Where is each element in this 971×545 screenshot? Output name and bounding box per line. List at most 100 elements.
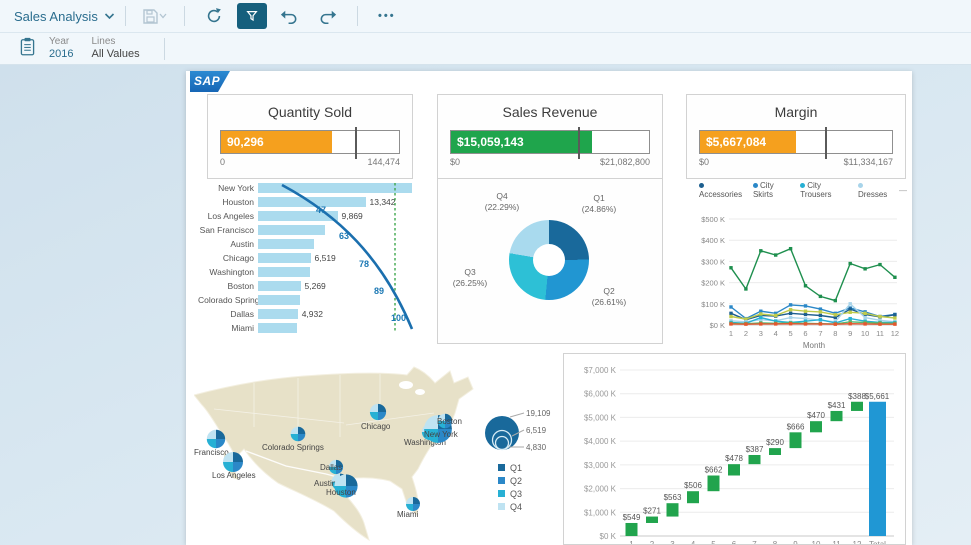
bar-value-label: $563 (664, 493, 682, 502)
waterfall-bar[interactable] (667, 503, 679, 516)
waterfall-chart[interactable]: $0 K$1,000 K$2,000 K$3,000 K$4,000 K$5,0… (564, 354, 905, 545)
city-label: Boston (198, 281, 258, 291)
data-point (834, 313, 837, 316)
filter-label: Year (49, 36, 73, 48)
table-row[interactable]: Houston13,342 (198, 195, 434, 209)
waterfall-bar[interactable] (646, 517, 658, 523)
kpi-panel-margin[interactable]: Margin $5,667,084 $0 $11,334,167 (686, 94, 906, 179)
city-bar[interactable] (258, 211, 338, 221)
quarter-legend[interactable]: Q1Q2Q3Q4 (498, 461, 522, 513)
city-bar[interactable] (258, 225, 325, 235)
table-row[interactable]: San Francisco (198, 223, 434, 237)
line-series[interactable] (731, 324, 895, 325)
app-title[interactable]: Sales Analysis (14, 9, 98, 24)
save-button[interactable] (140, 3, 170, 29)
story-filter-icon[interactable] (20, 37, 35, 61)
city-bar[interactable] (258, 239, 314, 249)
bar-value-label: $387 (746, 445, 764, 454)
kpi-panel-quantity[interactable]: Quantity Sold 90,296 0 144,474 (207, 94, 413, 179)
waterfall-bar[interactable] (831, 411, 843, 421)
line-series[interactable] (731, 249, 895, 301)
more-options-button[interactable]: ••• (372, 3, 402, 29)
filter-button[interactable] (237, 3, 267, 29)
waterfall-bar[interactable] (687, 491, 699, 503)
legend-item[interactable]: Q1 (498, 461, 522, 474)
bar-value-label: 4,932 (302, 309, 323, 319)
data-point (729, 266, 732, 269)
waterfall-total-bar[interactable] (869, 402, 886, 536)
table-row[interactable]: Boston5,269 (198, 279, 434, 293)
filter-year[interactable]: Year 2016 (49, 36, 73, 60)
city-bar[interactable] (258, 309, 298, 319)
waterfall-bar[interactable] (626, 523, 638, 536)
city-bar[interactable] (258, 183, 412, 193)
data-point (849, 302, 852, 305)
x-tick-label: 9 (848, 329, 852, 338)
waterfall-bar[interactable] (810, 421, 822, 432)
city-bar[interactable] (258, 295, 300, 305)
kpi-panel-revenue[interactable]: Sales Revenue $15,059,143 $0 $21,082,800 (437, 94, 663, 179)
table-row[interactable]: Los Angeles9,869 (198, 209, 434, 223)
waterfall-bar[interactable] (708, 476, 720, 492)
waterfall-bar[interactable] (749, 455, 761, 464)
bullet-chart[interactable]: 90,296 (220, 130, 400, 154)
data-point (819, 322, 822, 325)
monthly-line-chart[interactable]: AccessoriesCity SkirtsCity TrousersDress… (691, 183, 907, 355)
line-chart-legend[interactable]: AccessoriesCity SkirtsCity TrousersDress… (691, 183, 907, 197)
table-row[interactable]: Dallas4,932 (198, 307, 434, 321)
table-row[interactable]: Miami (198, 321, 434, 335)
table-row[interactable]: Colorado Springs (198, 293, 434, 307)
quantity-bar-chart[interactable]: New York Houston13,342Los Angeles9,869San… (198, 181, 434, 349)
table-row[interactable]: Chicago6,519 (198, 251, 434, 265)
bullet-chart[interactable]: $15,059,143 (450, 130, 650, 154)
redo-button[interactable] (313, 3, 343, 29)
city-bar[interactable] (258, 281, 301, 291)
y-tick-label: $100 K (701, 300, 725, 309)
legend-overflow: — (899, 186, 907, 195)
legend-item[interactable]: Q4 (498, 500, 522, 513)
legend-item[interactable]: Q2 (498, 474, 522, 487)
city-bar[interactable] (258, 323, 297, 333)
x-tick-label: 2 (744, 329, 748, 338)
table-row[interactable]: Washington (198, 265, 434, 279)
chevron-down-icon[interactable] (104, 7, 115, 25)
refresh-button[interactable] (199, 3, 229, 29)
data-point (789, 303, 792, 306)
city-label: New York (198, 183, 258, 193)
map-pie-slice[interactable] (207, 439, 216, 448)
target-marker (825, 127, 827, 159)
map-pie-slice[interactable] (216, 439, 225, 448)
data-point (729, 305, 732, 308)
quantity-map[interactable]: FranciscoLos AngelesColorado SpringsChic… (194, 365, 558, 545)
city-label: Miami (198, 323, 258, 333)
city-bar[interactable] (258, 197, 366, 207)
undo-button[interactable] (275, 3, 305, 29)
city-bar[interactable] (258, 253, 311, 263)
waterfall-bar[interactable] (769, 448, 781, 455)
map-city-label: Los Angeles (212, 471, 256, 480)
x-tick-label: Total (869, 540, 886, 545)
filterbar-divider (164, 38, 165, 60)
waterfall-bar[interactable] (851, 402, 863, 411)
table-row[interactable]: New York (198, 181, 434, 195)
legend-item[interactable]: Q3 (498, 487, 522, 500)
table-row[interactable]: Austin (198, 237, 434, 251)
margin-waterfall-panel[interactable]: $0 K$1,000 K$2,000 K$3,000 K$4,000 K$5,0… (563, 353, 906, 545)
donut-label-q1: Q1(24.86%) (571, 193, 627, 216)
line-chart-plot[interactable]: $0 K$100 K$200 K$300 K$400 K$500 K123456… (691, 197, 907, 353)
map-pie-slice[interactable] (413, 497, 420, 504)
target-marker (355, 127, 357, 159)
waterfall-bar[interactable] (790, 432, 802, 448)
axis-max: 144,474 (367, 157, 400, 167)
data-point (759, 249, 762, 252)
revenue-donut-panel[interactable]: Q1(24.86%) Q2(26.61%) Q3(26.25%) Q4(22.2… (437, 178, 663, 344)
size-legend-mid: 6,519 (526, 426, 547, 435)
y-tick-label: $500 K (701, 215, 725, 224)
target-marker (578, 127, 580, 159)
filter-lines[interactable]: Lines All Values (91, 36, 139, 60)
bullet-chart[interactable]: $5,667,084 (699, 130, 893, 154)
map-pie-slice[interactable] (233, 452, 243, 462)
city-bar[interactable] (258, 267, 310, 277)
waterfall-bar[interactable] (728, 464, 740, 475)
map-pie-slice[interactable] (207, 430, 216, 439)
